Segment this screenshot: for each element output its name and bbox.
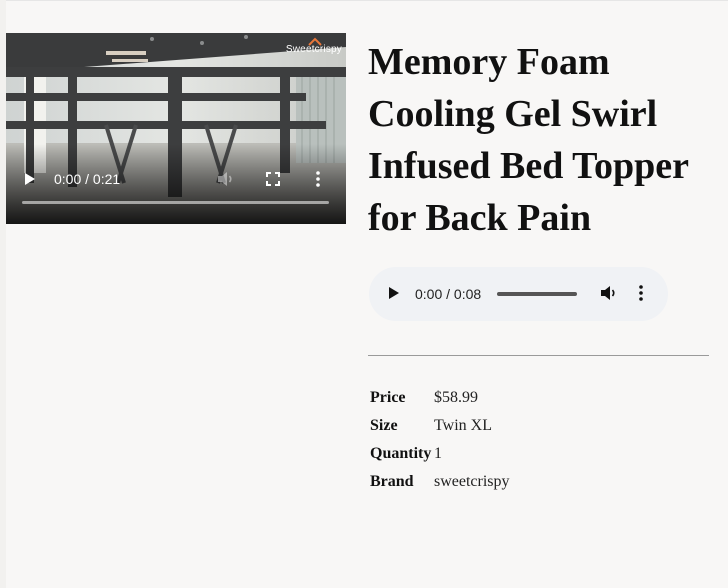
audio-volume-icon[interactable] (600, 285, 618, 306)
section-divider (368, 355, 709, 356)
spec-row-brand: Brand sweetcrispy (368, 468, 510, 496)
spec-label: Size (370, 417, 398, 434)
spec-value: 1 (434, 445, 442, 462)
more-vertical-icon[interactable] (316, 169, 320, 189)
spec-label: Quantity (370, 445, 432, 462)
volume-icon[interactable] (217, 169, 235, 189)
spec-row-price: Price $58.99 (368, 384, 510, 412)
spec-label: Price (370, 389, 406, 406)
fullscreen-icon[interactable] (266, 169, 280, 189)
spec-value: $58.99 (434, 389, 478, 406)
audio-progress-bar[interactable] (497, 292, 577, 296)
audio-time: 0:00 / 0:08 (415, 286, 482, 302)
audio-player[interactable]: 0:00 / 0:08 (369, 267, 668, 321)
product-title: Memory Foam Cooling Gel Swirl Infused Be… (368, 41, 689, 239)
spec-value: sweetcrispy (434, 473, 510, 490)
product-video[interactable]: Sweetcrispy 0:00 / 0:21 (6, 33, 346, 224)
audio-more-icon[interactable] (639, 285, 643, 306)
video-progress-bar[interactable] (22, 201, 329, 204)
product-specs-table: Price $58.99 Size Twin XL Quantity 1 Bra… (368, 384, 510, 496)
spec-row-size: Size Twin XL (368, 412, 510, 440)
spec-label: Brand (370, 473, 414, 490)
spec-value: Twin XL (434, 417, 492, 434)
spec-row-quantity: Quantity 1 (368, 440, 510, 468)
audio-play-icon[interactable] (388, 286, 400, 305)
video-time: 0:00 / 0:21 (54, 171, 121, 187)
top-rule (0, 0, 728, 1)
play-icon[interactable] (24, 169, 36, 189)
video-watermark: Sweetcrispy (285, 44, 342, 55)
